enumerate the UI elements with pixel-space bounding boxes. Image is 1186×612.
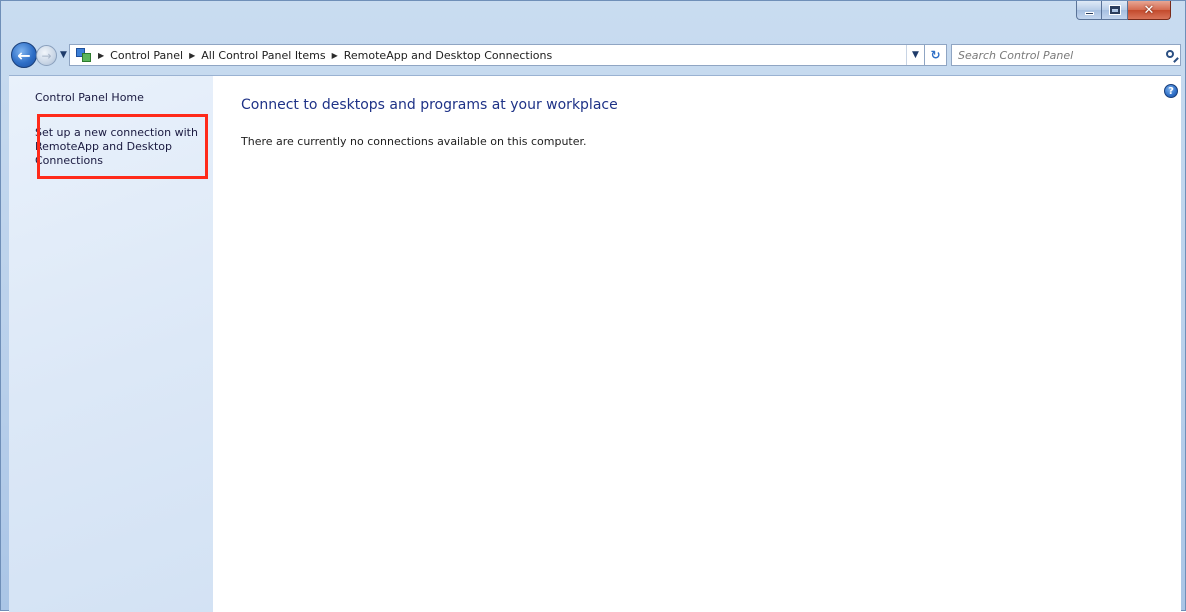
maximize-icon xyxy=(1108,5,1121,15)
back-arrow-icon: ← xyxy=(17,45,31,65)
control-panel-home-link[interactable]: Control Panel Home xyxy=(35,91,144,104)
page-title: Connect to desktops and programs at your… xyxy=(241,97,618,113)
control-panel-window: ✕ ← → ▼ ▶ Control Panel ▶ All Control Pa… xyxy=(0,0,1186,612)
search-box xyxy=(951,44,1181,66)
address-bar[interactable]: ▶ Control Panel ▶ All Control Panel Item… xyxy=(69,44,925,66)
address-dropdown-icon[interactable]: ▼ xyxy=(906,45,924,65)
help-icon[interactable]: ? xyxy=(1164,84,1178,98)
sidebar: Control Panel Home Set up a new connecti… xyxy=(9,76,213,612)
maximize-button[interactable] xyxy=(1102,1,1128,20)
breadcrumb-remoteapp[interactable]: RemoteApp and Desktop Connections xyxy=(344,49,552,62)
breadcrumb-all-control-panel-items[interactable]: All Control Panel Items xyxy=(201,49,325,62)
refresh-button[interactable]: ↻ xyxy=(925,44,947,66)
main-panel: Connect to desktops and programs at your… xyxy=(213,76,1181,612)
forward-arrow-icon: → xyxy=(41,48,52,63)
close-button[interactable]: ✕ xyxy=(1128,1,1171,20)
minimize-button[interactable] xyxy=(1076,1,1102,20)
breadcrumb-separator-icon[interactable]: ▶ xyxy=(98,51,104,60)
refresh-icon: ↻ xyxy=(930,48,941,62)
navigation-bar: ← → ▼ ▶ Control Panel ▶ All Control Pane… xyxy=(9,42,1181,68)
search-icon[interactable] xyxy=(1160,45,1180,65)
breadcrumb-separator-icon[interactable]: ▶ xyxy=(189,51,195,60)
recent-pages-dropdown-icon[interactable]: ▼ xyxy=(60,50,67,60)
breadcrumb-control-panel[interactable]: Control Panel xyxy=(110,49,183,62)
control-panel-icon xyxy=(76,47,92,63)
back-button[interactable]: ← xyxy=(11,42,37,68)
content-area: Control Panel Home Set up a new connecti… xyxy=(9,75,1181,612)
minimize-icon xyxy=(1084,11,1094,15)
no-connections-message: There are currently no connections avail… xyxy=(241,135,587,148)
close-icon: ✕ xyxy=(1143,2,1155,18)
setup-new-connection-link[interactable]: Set up a new connection with RemoteApp a… xyxy=(35,126,207,168)
caption-buttons: ✕ xyxy=(1076,1,1171,20)
search-input[interactable] xyxy=(952,46,1160,64)
breadcrumb-separator-icon[interactable]: ▶ xyxy=(332,51,338,60)
forward-button[interactable]: → xyxy=(36,45,57,66)
